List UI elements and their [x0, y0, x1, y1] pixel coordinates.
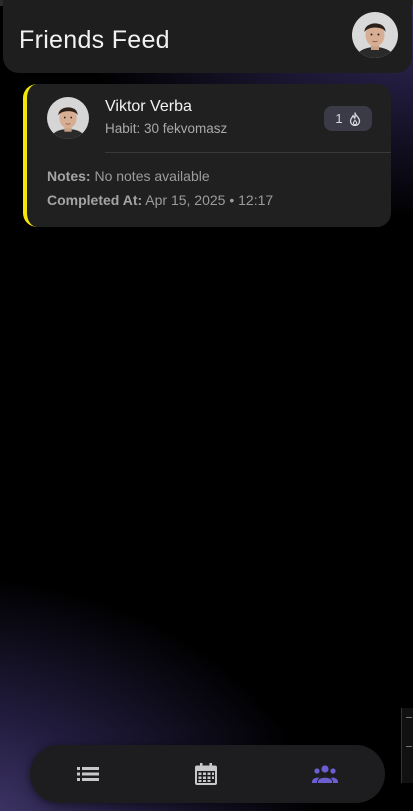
notes-value: No notes available: [94, 168, 210, 184]
friend-avatar[interactable]: [47, 97, 89, 139]
user-avatar-icon: [352, 12, 398, 58]
completed-value: Apr 15, 2025 • 12:17: [145, 192, 274, 208]
friend-avatar-icon: [47, 97, 89, 139]
completed-row: Completed At: Apr 15, 2025 • 12:17: [47, 192, 273, 208]
card-divider: [105, 152, 391, 153]
friends-icon: [312, 765, 338, 783]
edge-mark: [406, 717, 412, 718]
streak-badge: 1: [324, 106, 372, 131]
flame-icon: [349, 111, 360, 126]
list-icon: [77, 767, 99, 781]
page-title: Friends Feed: [19, 26, 170, 54]
streak-count: 1: [335, 111, 343, 126]
calendar-icon: [195, 763, 217, 785]
notes-row: Notes: No notes available: [47, 168, 210, 184]
feed-card[interactable]: Viktor Verba Habit: 30 fekvomasz 1 Notes…: [23, 84, 391, 227]
profile-avatar-button[interactable]: [352, 12, 398, 58]
nav-habits-list-button[interactable]: [75, 761, 101, 787]
edge-scroll-handle[interactable]: [401, 708, 413, 783]
nav-calendar-button[interactable]: [193, 761, 219, 787]
notes-label: Notes:: [47, 168, 91, 184]
nav-friends-button[interactable]: [312, 761, 338, 787]
friend-name: Viktor Verba: [105, 98, 192, 115]
edge-mark: [406, 746, 412, 747]
bottom-navigation: [30, 745, 385, 803]
habit-name: Habit: 30 fekvomasz: [105, 121, 228, 136]
completed-label: Completed At:: [47, 192, 143, 208]
app-header: Friends Feed: [3, 0, 412, 73]
